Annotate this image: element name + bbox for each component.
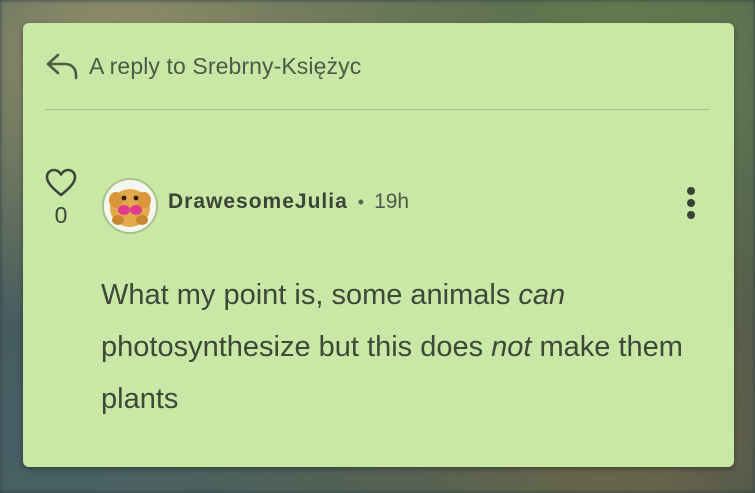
- comment-meta: DrawesomeJulia • 19h: [168, 190, 409, 214]
- like-control: 0: [45, 168, 77, 229]
- more-vertical-icon: [687, 187, 695, 195]
- reply-arrow-icon: [45, 51, 79, 81]
- author-name[interactable]: DrawesomeJulia: [168, 190, 348, 214]
- heart-outline-icon[interactable]: [45, 168, 77, 198]
- reply-context-link[interactable]: A reply to Srebrny-Księżyc: [45, 51, 361, 81]
- like-count: 0: [54, 202, 68, 228]
- reply-to-label: A reply to Srebrny-Księżyc: [89, 52, 362, 79]
- meta-separator: •: [357, 191, 365, 212]
- timestamp: 19h: [374, 190, 410, 213]
- divider: [45, 109, 710, 110]
- comment-body: What my point is, some animals can photo…: [101, 279, 683, 415]
- reply-card: A reply to Srebrny-Księżyc 0 DrawesomeJu…: [23, 23, 734, 467]
- avatar[interactable]: [102, 178, 158, 234]
- more-options-button[interactable]: [683, 187, 699, 225]
